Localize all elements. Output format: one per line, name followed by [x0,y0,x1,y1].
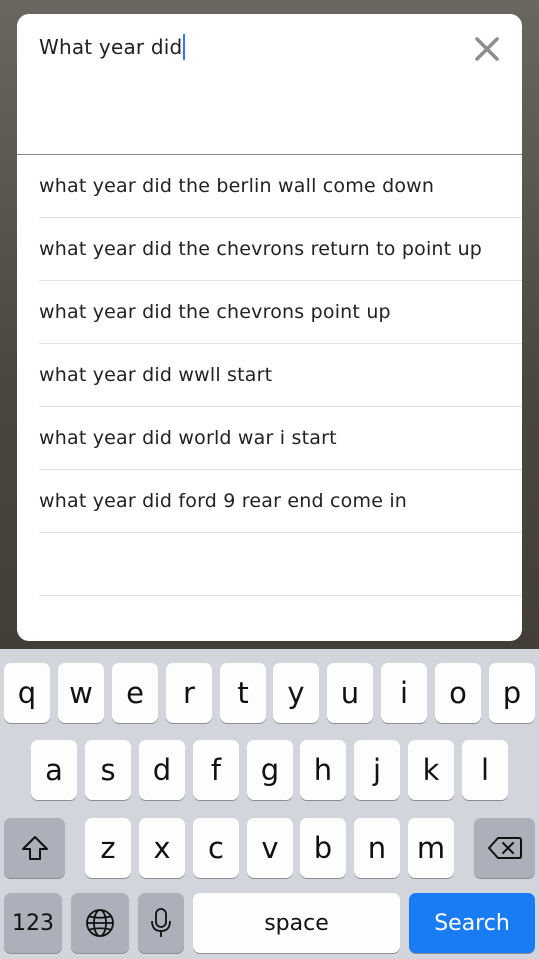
key-v[interactable]: v [247,818,293,878]
key-x[interactable]: x [139,818,185,878]
key-u[interactable]: u [327,663,373,723]
suggestion-item[interactable]: what year did the chevrons point up [39,281,522,344]
backspace-icon [487,837,522,859]
globe-icon [86,909,114,937]
key-e[interactable]: e [112,663,158,723]
key-b[interactable]: b [300,818,346,878]
suggestion-list: what year did the berlin wall come down … [17,155,522,596]
key-q[interactable]: q [4,663,50,723]
suggestion-item-empty [39,533,522,596]
microphone-key[interactable] [138,893,184,953]
key-k[interactable]: k [408,740,454,800]
numbers-key[interactable]: 123 [4,893,62,953]
suggestion-item[interactable]: what year did wwll start [39,344,522,407]
suggestion-item[interactable]: what year did ford 9 rear end come in [39,470,522,533]
space-key[interactable]: space [193,893,400,953]
suggestion-item[interactable]: what year did the berlin wall come down [39,155,522,218]
key-t[interactable]: t [220,663,266,723]
key-m[interactable]: m [408,818,454,878]
search-query-text: What year did [39,35,183,59]
keyboard-row-2: a s d f g h j k l [0,740,539,800]
key-w[interactable]: w [58,663,104,723]
key-o[interactable]: o [435,663,481,723]
key-d[interactable]: d [139,740,185,800]
close-icon [475,37,499,61]
shift-icon [21,836,48,860]
backspace-key[interactable] [474,818,535,878]
key-f[interactable]: f [193,740,239,800]
key-z[interactable]: z [85,818,131,878]
search-query-wrapper: What year did [39,34,186,60]
key-s[interactable]: s [85,740,131,800]
globe-key[interactable] [71,893,129,953]
text-caret [183,34,186,60]
microphone-icon [151,908,171,937]
keyboard-row-4: 123 space Search [0,893,539,953]
key-r[interactable]: r [166,663,212,723]
key-c[interactable]: c [193,818,239,878]
keyboard: q w e r t y u i o p a s d f g h j k l z … [0,649,539,959]
key-g[interactable]: g [247,740,293,800]
suggestion-item[interactable]: what year did the chevrons return to poi… [39,218,522,281]
key-p[interactable]: p [489,663,535,723]
search-panel: What year did what year did the berlin w… [17,14,522,641]
key-l[interactable]: l [462,740,508,800]
shift-key[interactable] [4,818,65,878]
search-input[interactable]: What year did [17,14,522,155]
key-y[interactable]: y [273,663,319,723]
suggestion-item[interactable]: what year did world war i start [39,407,522,470]
key-h[interactable]: h [300,740,346,800]
keyboard-row-1: q w e r t y u i o p [0,663,539,723]
key-j[interactable]: j [354,740,400,800]
key-i[interactable]: i [381,663,427,723]
close-button[interactable] [472,34,502,64]
key-a[interactable]: a [31,740,77,800]
key-n[interactable]: n [354,818,400,878]
keyboard-row-3: z x c v b n m [0,818,539,878]
search-key[interactable]: Search [409,893,535,953]
